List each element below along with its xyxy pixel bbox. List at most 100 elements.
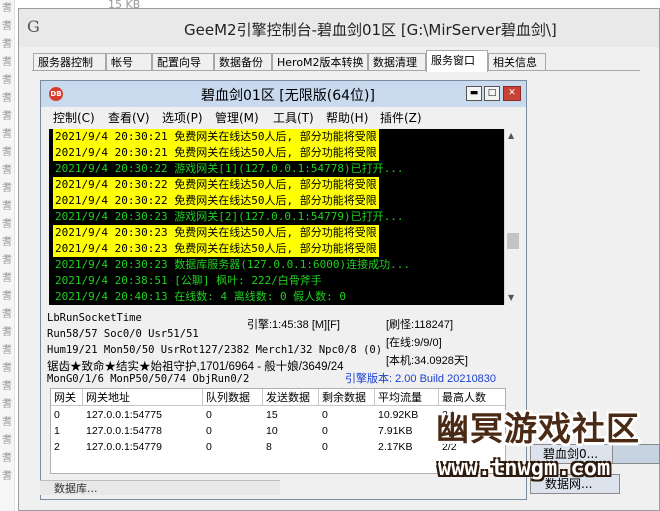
minimize-button[interactable]: ▬ (466, 86, 482, 101)
background-window-label: 数据库... (54, 482, 98, 495)
table-cell: 15 (266, 409, 278, 421)
log-line: 2021/9/4 20:40:13 在线数: 4 离线数: 0 假人数: 0 (55, 290, 347, 303)
table-cell: 8 (266, 441, 272, 453)
table-cell: 0 (206, 409, 212, 421)
log-line: 2021/9/4 20:30:23 免费网关在线达50人后, 部分功能将受限 (53, 241, 379, 257)
table-cell: 127.0.0.1:54778 (86, 425, 162, 437)
left-column-glyph: 耆 (2, 273, 12, 284)
tab-related-info[interactable]: 相关信息 (488, 53, 546, 71)
log-line: 2021/9/4 20:30:21 免费网关在线达50人后, 部分功能将受限 (53, 145, 379, 161)
left-column-glyph: 耆 (2, 3, 12, 14)
left-column-glyph: 耆 (2, 183, 12, 194)
table-header[interactable]: 剩余数据 (319, 389, 375, 406)
left-column-glyph: 耆 (2, 93, 12, 104)
left-column-glyph: 耆 (2, 345, 12, 356)
tab-data-backup[interactable]: 数据备份 (214, 53, 272, 71)
log-scrollbar[interactable]: ▲ ▼ (504, 129, 521, 305)
menu-options[interactable]: 选项(P) (162, 109, 203, 127)
status-lb-run: LbRunSocketTime (47, 312, 142, 324)
status-mon: MonG0/1/6 MonP50/50/74 ObjRun0/2 (47, 373, 250, 385)
left-column-glyph: 耆 (2, 75, 12, 86)
log-line: 2021/9/4 20:30:22 免费网关在线达50人后, 部分功能将受限 (53, 193, 379, 209)
table-cell: 127.0.0.1:54775 (86, 409, 162, 421)
log-line: 2021/9/4 20:30:22 免费网关在线达50人后, 部分功能将受限 (53, 177, 379, 193)
table-cell: 2.17KB (378, 441, 413, 453)
table-cell: 1 (54, 425, 60, 437)
menu-control[interactable]: 控制(C) (53, 109, 95, 127)
left-column-glyph: 耆 (2, 39, 12, 50)
scroll-up-arrow-icon[interactable]: ▲ (508, 131, 514, 140)
tab-data-cleanup[interactable]: 数据清理 (368, 53, 426, 71)
left-column-glyph: 耆 (2, 21, 12, 32)
table-header[interactable]: 平均流量 (375, 389, 439, 406)
table-header[interactable]: 网关地址 (83, 389, 203, 406)
status-online: [在线:9/9/0] (386, 337, 442, 349)
left-column-glyph: 耆 (2, 129, 12, 140)
tab-service-window[interactable]: 服务窗口 (426, 50, 488, 72)
status-hum: Hum19/21 Mon50/50 UsrRot127/2382 Merch1/… (47, 344, 383, 356)
outer-title-bar[interactable]: G GeeM2引擎控制台-碧血剑01区 [G:\MirServer碧血剑\] (19, 9, 659, 47)
table-header[interactable]: 队列数据 (203, 389, 263, 406)
left-column-glyph: 耆 (2, 291, 12, 302)
status-refresh: [刷怪:118247] (386, 319, 454, 331)
left-column-glyph: 耆 (2, 453, 12, 464)
left-column-glyph: 耆 (2, 255, 12, 266)
table-cell: 7.91KB (378, 425, 413, 437)
scroll-down-arrow-icon[interactable]: ▼ (508, 293, 514, 302)
app-icon: DB (49, 87, 63, 101)
table-cell: 10.92KB (378, 409, 419, 421)
menu-help[interactable]: 帮助(H) (326, 109, 368, 127)
tab-server-control[interactable]: 服务器控制 (33, 53, 106, 71)
table-cell: 10 (266, 425, 278, 437)
table-header[interactable]: 发送数据 (263, 389, 319, 406)
log-line: 2021/9/4 20:30:22 游戏网关[1](127.0.0.1:5477… (55, 162, 404, 175)
left-column-glyph: 耆 (2, 381, 12, 392)
log-console[interactable]: 2021/9/4 20:30:21 免费网关在线达50人后, 部分功能将受限 2… (49, 129, 504, 305)
scrollbar-thumb[interactable] (507, 233, 519, 249)
watermark-title: 幽冥游戏社区 (436, 409, 640, 448)
watermark-url: www.tnwgm.com (438, 456, 611, 481)
left-column-glyph: 耆 (2, 363, 12, 374)
table-cell: 2 (54, 441, 60, 453)
menu-tools[interactable]: 工具(T) (273, 109, 314, 127)
inner-window-title: 碧血剑01区 [无限版(64位)] (201, 88, 375, 104)
outer-window-title: GeeM2引擎控制台-碧血剑01区 [G:\MirServer碧血剑\] (184, 21, 557, 39)
log-line: 2021/9/4 20:30:21 免费网关在线达50人后, 部分功能将受限 (53, 129, 379, 145)
left-column-glyph: 耆 (2, 237, 12, 248)
menu-view[interactable]: 查看(V) (108, 109, 150, 127)
status-engine-uptime: 引擎:1:45:38 [M][F] (247, 319, 340, 331)
left-column-glyph: 耆 (2, 201, 12, 212)
menu-plugins[interactable]: 插件(Z) (380, 109, 422, 127)
table-cell: 0 (322, 425, 328, 437)
close-button[interactable]: ✕ (503, 86, 521, 101)
inner-title-bar[interactable]: DB 碧血剑01区 [无限版(64位)] ▬ □ ✕ (41, 81, 526, 107)
log-line: 2021/9/4 20:30:23 数据库服务器(127.0.0.1:6000)… (55, 258, 411, 271)
left-column-glyph: 耆 (2, 165, 12, 176)
table-cell: 0 (206, 425, 212, 437)
table-cell: 127.0.0.1:54779 (86, 441, 162, 453)
table-header[interactable]: 网关 (51, 389, 83, 406)
table-cell: 0 (54, 409, 60, 421)
status-local: [本机:34.0928天] (386, 355, 468, 367)
left-column-glyph: 耆 (2, 309, 12, 320)
left-column-glyph: 耆 (2, 219, 12, 230)
tab-account[interactable]: 帐号 (106, 53, 152, 71)
status-run: Run58/57 Soc0/0 Usr51/51 (47, 328, 199, 340)
log-line: 2021/9/4 20:38:51 [公聊] 枫叶: 222/白骨斧手 (55, 274, 322, 287)
background-left-column: 耆 耆 耆 耆 耆 耆 耆 耆 耆 耆 耆 耆 耆 耆 耆 耆 耆 耆 耆 耆 … (0, 0, 15, 511)
left-column-glyph: 耆 (2, 471, 12, 482)
table-cell: 0 (206, 441, 212, 453)
background-window-strip: 数据库... (40, 480, 280, 495)
tab-panel-border (32, 70, 640, 71)
left-column-glyph: 耆 (2, 111, 12, 122)
status-engine-version: 引擎版本: 2.00 Build 20210830 (345, 373, 497, 385)
left-column-glyph: 耆 (2, 435, 12, 446)
tab-config-wizard[interactable]: 配置向导 (152, 53, 214, 71)
maximize-button[interactable]: □ (484, 86, 500, 101)
status-boss: 锯齿★致命★结实★始祖守护,1701/6964 - 般十娘/3649/24 (47, 361, 344, 373)
left-column-glyph: 耆 (2, 57, 12, 68)
tab-herom2-convert[interactable]: HeroM2版本转换 (272, 53, 368, 71)
menu-manage[interactable]: 管理(M) (215, 109, 259, 127)
left-column-glyph: 耆 (2, 147, 12, 158)
table-cell: 0 (322, 409, 328, 421)
